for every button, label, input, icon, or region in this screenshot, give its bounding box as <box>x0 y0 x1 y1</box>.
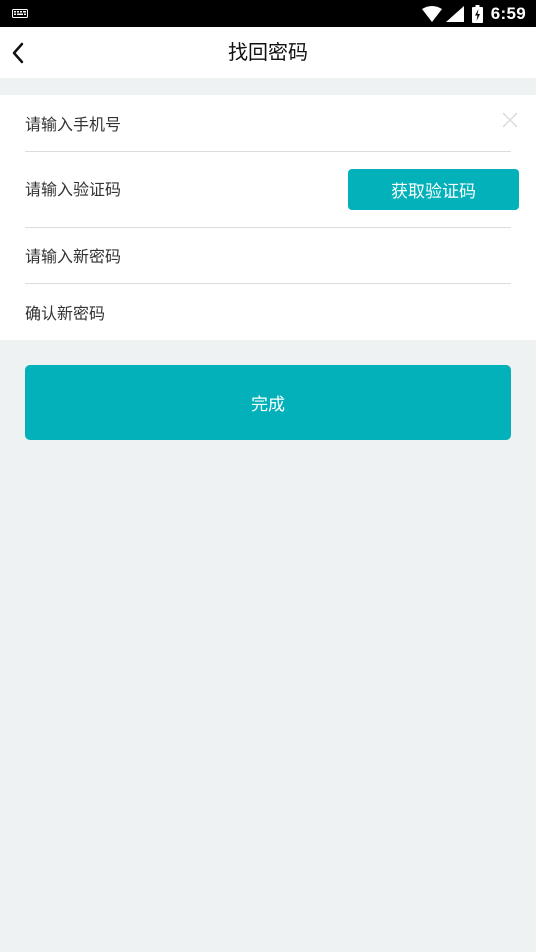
status-icons: 6:59 <box>421 0 526 27</box>
app-bar: 找回密码 <box>0 27 536 78</box>
reset-password-form: 获取验证码 <box>0 95 536 340</box>
page-title: 找回密码 <box>228 40 308 64</box>
close-icon[interactable] <box>501 111 519 129</box>
wifi-icon <box>421 5 442 22</box>
divider <box>25 227 511 228</box>
new-password-input[interactable] <box>25 241 325 271</box>
phone-input[interactable] <box>25 109 325 139</box>
keyboard-icon <box>12 9 28 18</box>
get-code-button[interactable]: 获取验证码 <box>348 169 519 210</box>
phone-row <box>25 109 511 139</box>
confirm-password-input[interactable] <box>25 298 325 328</box>
chevron-left-icon[interactable] <box>6 37 34 69</box>
divider <box>25 283 511 284</box>
status-time: 6:59 <box>490 3 526 23</box>
status-bar: 6:59 <box>0 0 536 27</box>
done-button[interactable]: 完成 <box>25 365 511 440</box>
new-password-row <box>25 241 511 271</box>
battery-icon <box>471 4 483 23</box>
verification-code-input[interactable] <box>25 174 325 204</box>
signal-icon <box>445 5 464 22</box>
confirm-password-row <box>25 298 511 328</box>
divider <box>25 151 511 152</box>
